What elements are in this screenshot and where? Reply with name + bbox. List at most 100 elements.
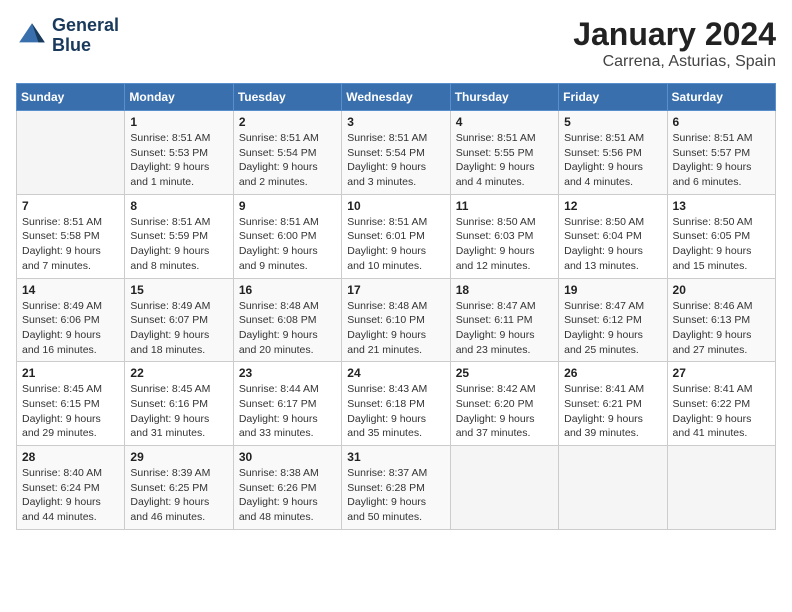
- day-number: 7: [22, 199, 119, 213]
- day-info: Sunrise: 8:50 AMSunset: 6:04 PMDaylight:…: [564, 215, 661, 274]
- calendar-cell: 2Sunrise: 8:51 AMSunset: 5:54 PMDaylight…: [233, 111, 341, 195]
- day-number: 4: [456, 115, 553, 129]
- calendar-cell: [667, 446, 775, 530]
- day-number: 28: [22, 450, 119, 464]
- day-number: 31: [347, 450, 444, 464]
- day-number: 3: [347, 115, 444, 129]
- day-info: Sunrise: 8:51 AMSunset: 6:01 PMDaylight:…: [347, 215, 444, 274]
- day-info: Sunrise: 8:40 AMSunset: 6:24 PMDaylight:…: [22, 466, 119, 525]
- month-title: January 2024: [573, 16, 776, 53]
- day-info: Sunrise: 8:45 AMSunset: 6:16 PMDaylight:…: [130, 382, 227, 441]
- calendar-cell: 29 Sunrise: 8:39 AMSunset: 6:25 PMDayligh…: [125, 446, 233, 530]
- logo-text: General Blue: [52, 16, 119, 56]
- calendar-cell: 20 Sunrise: 8:46 AMSunset: 6:13 PMDayligh…: [667, 278, 775, 362]
- day-info: Sunrise: 8:49 AMSunset: 6:07 PMDaylight:…: [130, 299, 227, 358]
- calendar-cell: [17, 111, 125, 195]
- day-number: 19: [564, 283, 661, 297]
- day-number: 8: [130, 199, 227, 213]
- calendar-cell: [559, 446, 667, 530]
- day-number: 13: [673, 199, 770, 213]
- day-info: Sunrise: 8:42 AMSunset: 6:20 PMDaylight:…: [456, 382, 553, 441]
- day-info: Sunrise: 8:48 AMSunset: 6:10 PMDaylight:…: [347, 299, 444, 358]
- day-info: Sunrise: 8:49 AMSunset: 6:06 PMDaylight:…: [22, 299, 119, 358]
- logo: General Blue: [16, 16, 119, 56]
- day-number: 21: [22, 366, 119, 380]
- day-info: Sunrise: 8:51 AMSunset: 5:56 PMDaylight:…: [564, 131, 661, 190]
- calendar-cell: 30 Sunrise: 8:38 AMSunset: 6:26 PMDayligh…: [233, 446, 341, 530]
- day-number: 9: [239, 199, 336, 213]
- day-number: 16: [239, 283, 336, 297]
- calendar-cell: 13 Sunrise: 8:50 AMSunset: 6:05 PMDayligh…: [667, 194, 775, 278]
- page-header: General Blue January 2024 Carrena, Astur…: [16, 16, 776, 71]
- day-number: 10: [347, 199, 444, 213]
- weekday-header-friday: Friday: [559, 84, 667, 111]
- day-info: Sunrise: 8:47 AMSunset: 6:11 PMDaylight:…: [456, 299, 553, 358]
- calendar-cell: 31 Sunrise: 8:37 AMSunset: 6:28 PMDayligh…: [342, 446, 450, 530]
- day-info: Sunrise: 8:45 AMSunset: 6:15 PMDaylight:…: [22, 382, 119, 441]
- calendar-cell: 22Sunrise: 8:45 AMSunset: 6:16 PMDayligh…: [125, 362, 233, 446]
- calendar-cell: 21 Sunrise: 8:45 AMSunset: 6:15 PMDayligh…: [17, 362, 125, 446]
- calendar-cell: 5 Sunrise: 8:51 AMSunset: 5:56 PMDaylight…: [559, 111, 667, 195]
- calendar-week-3: 14Sunrise: 8:49 AMSunset: 6:06 PMDayligh…: [17, 278, 776, 362]
- day-number: 1: [130, 115, 227, 129]
- day-number: 20: [673, 283, 770, 297]
- calendar-cell: 9 Sunrise: 8:51 AMSunset: 6:00 PMDaylight…: [233, 194, 341, 278]
- calendar-cell: 24Sunrise: 8:43 AMSunset: 6:18 PMDayligh…: [342, 362, 450, 446]
- day-number: 27: [673, 366, 770, 380]
- calendar-cell: 23Sunrise: 8:44 AMSunset: 6:17 PMDayligh…: [233, 362, 341, 446]
- day-number: 29: [130, 450, 227, 464]
- calendar-cell: 26 Sunrise: 8:41 AMSunset: 6:21 PMDayligh…: [559, 362, 667, 446]
- day-number: 17: [347, 283, 444, 297]
- day-info: Sunrise: 8:51 AMSunset: 5:57 PMDaylight:…: [673, 131, 770, 190]
- logo-icon: [16, 20, 48, 52]
- day-info: Sunrise: 8:50 AMSunset: 6:05 PMDaylight:…: [673, 215, 770, 274]
- day-number: 18: [456, 283, 553, 297]
- calendar-cell: 28 Sunrise: 8:40 AMSunset: 6:24 PMDayligh…: [17, 446, 125, 530]
- calendar-cell: 15 Sunrise: 8:49 AMSunset: 6:07 PMDayligh…: [125, 278, 233, 362]
- day-info: Sunrise: 8:41 AMSunset: 6:21 PMDaylight:…: [564, 382, 661, 441]
- calendar-cell: [450, 446, 558, 530]
- day-info: Sunrise: 8:51 AMSunset: 6:00 PMDaylight:…: [239, 215, 336, 274]
- calendar-cell: 12 Sunrise: 8:50 AMSunset: 6:04 PMDayligh…: [559, 194, 667, 278]
- calendar-cell: 3 Sunrise: 8:51 AMSunset: 5:54 PMDaylight…: [342, 111, 450, 195]
- location: Carrena, Asturias, Spain: [573, 53, 776, 71]
- calendar-cell: 19 Sunrise: 8:47 AMSunset: 6:12 PMDayligh…: [559, 278, 667, 362]
- day-info: Sunrise: 8:39 AMSunset: 6:25 PMDaylight:…: [130, 466, 227, 525]
- calendar-cell: 10 Sunrise: 8:51 AMSunset: 6:01 PMDayligh…: [342, 194, 450, 278]
- day-info: Sunrise: 8:50 AMSunset: 6:03 PMDaylight:…: [456, 215, 553, 274]
- day-number: 15: [130, 283, 227, 297]
- day-info: Sunrise: 8:51 AMSunset: 5:55 PMDaylight:…: [456, 131, 553, 190]
- day-number: 30: [239, 450, 336, 464]
- day-number: 25: [456, 366, 553, 380]
- day-info: Sunrise: 8:37 AMSunset: 6:28 PMDaylight:…: [347, 466, 444, 525]
- day-number: 2: [239, 115, 336, 129]
- calendar-week-4: 21 Sunrise: 8:45 AMSunset: 6:15 PMDayligh…: [17, 362, 776, 446]
- calendar-cell: 25 Sunrise: 8:42 AMSunset: 6:20 PMDayligh…: [450, 362, 558, 446]
- day-info: Sunrise: 8:47 AMSunset: 6:12 PMDaylight:…: [564, 299, 661, 358]
- calendar-week-5: 28 Sunrise: 8:40 AMSunset: 6:24 PMDayligh…: [17, 446, 776, 530]
- day-info: Sunrise: 8:51 AMSunset: 5:58 PMDaylight:…: [22, 215, 119, 274]
- day-number: 24: [347, 366, 444, 380]
- calendar-cell: 17 Sunrise: 8:48 AMSunset: 6:10 PMDayligh…: [342, 278, 450, 362]
- calendar-cell: 7 Sunrise: 8:51 AMSunset: 5:58 PMDaylight…: [17, 194, 125, 278]
- day-info: Sunrise: 8:41 AMSunset: 6:22 PMDaylight:…: [673, 382, 770, 441]
- calendar-table: SundayMondayTuesdayWednesdayThursdayFrid…: [16, 83, 776, 530]
- day-number: 26: [564, 366, 661, 380]
- day-number: 23: [239, 366, 336, 380]
- calendar-cell: 16Sunrise: 8:48 AMSunset: 6:08 PMDayligh…: [233, 278, 341, 362]
- day-info: Sunrise: 8:51 AMSunset: 5:59 PMDaylight:…: [130, 215, 227, 274]
- weekday-header-wednesday: Wednesday: [342, 84, 450, 111]
- day-number: 12: [564, 199, 661, 213]
- weekday-header-thursday: Thursday: [450, 84, 558, 111]
- weekday-header-monday: Monday: [125, 84, 233, 111]
- calendar-cell: 18 Sunrise: 8:47 AMSunset: 6:11 PMDayligh…: [450, 278, 558, 362]
- day-info: Sunrise: 8:51 AMSunset: 5:54 PMDaylight:…: [347, 131, 444, 190]
- calendar-cell: 11Sunrise: 8:50 AMSunset: 6:03 PMDayligh…: [450, 194, 558, 278]
- weekday-header-tuesday: Tuesday: [233, 84, 341, 111]
- weekday-header-sunday: Sunday: [17, 84, 125, 111]
- day-number: 5: [564, 115, 661, 129]
- day-info: Sunrise: 8:46 AMSunset: 6:13 PMDaylight:…: [673, 299, 770, 358]
- day-info: Sunrise: 8:38 AMSunset: 6:26 PMDaylight:…: [239, 466, 336, 525]
- calendar-cell: 1Sunrise: 8:51 AMSunset: 5:53 PMDaylight…: [125, 111, 233, 195]
- calendar-week-2: 7 Sunrise: 8:51 AMSunset: 5:58 PMDaylight…: [17, 194, 776, 278]
